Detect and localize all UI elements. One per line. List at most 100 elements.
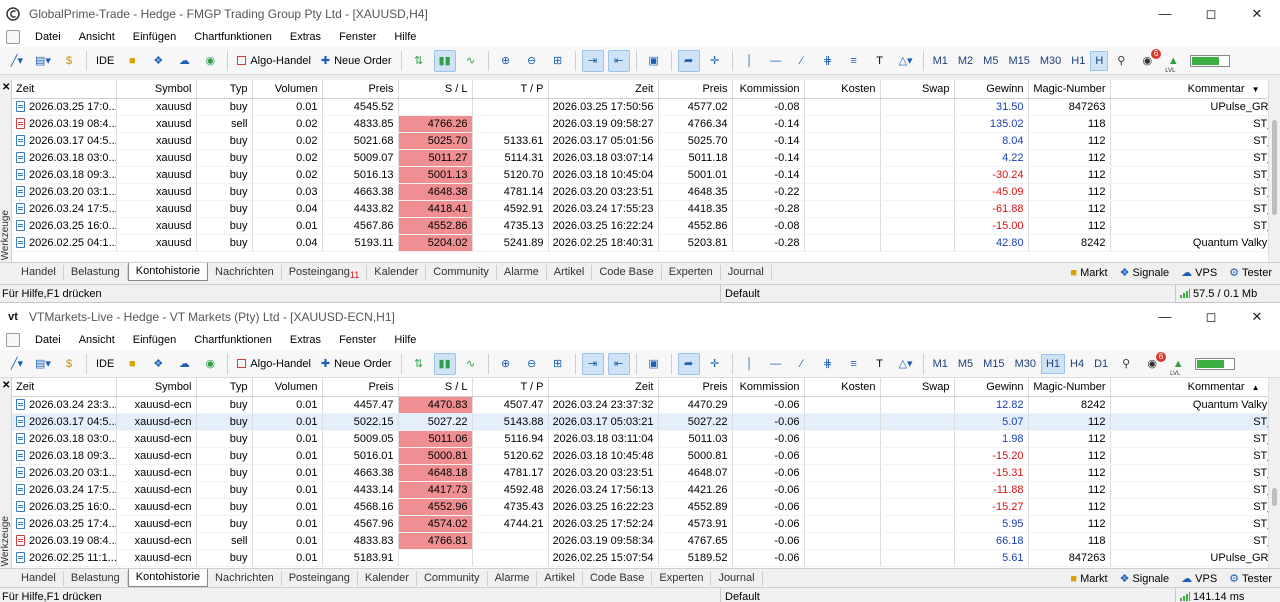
status-profile[interactable]: Default [720, 588, 900, 602]
chart-template-icon[interactable]: ▤▾ [32, 50, 54, 72]
ide-button[interactable]: IDE [93, 50, 117, 72]
vertical-line-icon[interactable]: │ [739, 50, 761, 72]
table-row[interactable]: 2026.03.18 03:0... xauusd-ecn buy 0.01 5009.… [12, 430, 1280, 448]
status-connection[interactable]: 141.14 ms [1175, 588, 1244, 602]
timeframe-m30[interactable]: M30 [1035, 51, 1066, 71]
candlestick-icon[interactable]: ▮▮ [433, 352, 456, 375]
tab-belastung[interactable]: Belastung [64, 264, 128, 280]
line-chart-icon[interactable]: ∿ [460, 353, 482, 375]
maximize-icon[interactable]: ◻ [1188, 0, 1234, 27]
timeframe-h1[interactable]: H1 [1066, 51, 1090, 71]
table-row[interactable]: 2026.02.25 11:1... xauusd-ecn buy 0.01 5183.… [12, 549, 1280, 567]
tab-posteingang[interactable]: Posteingang [282, 570, 358, 586]
grid-icon[interactable]: ⊞ [547, 50, 569, 72]
globe-icon[interactable]: ◉ [199, 353, 221, 375]
menu-item[interactable]: Ansicht [70, 334, 124, 346]
chart-shift-icon[interactable]: ⇤ [607, 49, 630, 72]
line-chart-icon[interactable]: ∿ [460, 50, 482, 72]
buy-sell-icon[interactable]: ⇅ [408, 50, 430, 72]
fibonacci-icon[interactable]: ≡ [843, 353, 865, 375]
menu-item[interactable]: Hilfe [385, 31, 425, 43]
column-header[interactable]: Preis [322, 378, 399, 397]
dollar-icon[interactable]: $ [58, 50, 80, 72]
table-row[interactable]: 2026.03.19 08:4... xauusd-ecn sell 0.01 4833… [12, 532, 1280, 550]
tab-belastung[interactable]: Belastung [64, 570, 128, 586]
tab-signale[interactable]: ❖ Signale [1120, 572, 1170, 586]
tab-tester[interactable]: ⚙ Tester [1229, 572, 1272, 586]
timeframe-h1[interactable]: H1 [1040, 353, 1066, 374]
cloud-icon[interactable]: ☁ [173, 50, 195, 72]
status-connection[interactable]: 57.5 / 0.1 Mb [1175, 285, 1257, 302]
cloud-icon[interactable]: ☁ [173, 353, 195, 375]
table-row[interactable]: 2026.03.18 03:0... xauusd buy 0.02 5009.07 50… [12, 149, 1280, 167]
chart-template-icon[interactable]: ▤▾ [32, 353, 54, 375]
close-icon[interactable]: ✕ [1234, 0, 1280, 27]
column-header[interactable]: Volumen [252, 378, 323, 397]
timeframe-m30[interactable]: M30 [1010, 354, 1041, 374]
algo-trading-button[interactable]: Algo-Handel [234, 50, 314, 72]
menu-item[interactable]: Datei [26, 31, 70, 43]
column-header[interactable]: Kosten [804, 80, 881, 99]
table-row[interactable]: 2026.03.20 03:1... xauusd-ecn buy 0.01 4663.… [12, 464, 1280, 482]
candlestick-icon[interactable]: ▮▮ [433, 49, 456, 72]
column-header[interactable]: Kommission [732, 378, 805, 397]
column-header[interactable]: Magic-Number [1028, 80, 1111, 99]
status-profile[interactable]: Default [720, 285, 900, 302]
timeframe-h4[interactable]: H4 [1065, 354, 1089, 374]
notifications-icon[interactable]: ◉ 6 [1141, 351, 1167, 375]
tab-artikel[interactable]: Artikel [537, 570, 583, 586]
column-header[interactable]: Preis [658, 378, 733, 397]
new-order-button[interactable]: ✚ Neue Order [318, 353, 395, 375]
zoom-in-icon[interactable]: ⊕ [495, 50, 517, 72]
algo-trading-button[interactable]: Algo-Handel [234, 353, 314, 375]
tab-kalender[interactable]: Kalender [367, 264, 427, 280]
menu-item[interactable]: Chartfunktionen [185, 334, 281, 346]
channel-icon[interactable]: ⋕ [817, 50, 839, 72]
column-header[interactable]: Swap [880, 80, 955, 99]
column-header[interactable]: T / P [472, 80, 549, 99]
tab-kontohistorie[interactable]: Kontohistorie [127, 569, 209, 587]
table-row[interactable]: 2026.03.18 09:3... xauusd-ecn buy 0.01 5016.… [12, 447, 1280, 465]
text-tool-icon[interactable]: T [869, 353, 891, 375]
table-row[interactable]: 2026.03.25 17:0... xauusd buy 0.01 4545.52 20… [12, 98, 1280, 116]
table-row[interactable]: 2026.03.25 17:4... xauusd-ecn buy 0.01 4567.… [12, 515, 1280, 533]
tab-code-base[interactable]: Code Base [592, 264, 662, 280]
scrollbar-thumb[interactable] [1272, 120, 1277, 215]
chart-type-icon[interactable]: ╱▾ [6, 353, 28, 375]
shapes-icon[interactable]: △▾ [895, 50, 917, 72]
tab-handel[interactable]: Handel [14, 264, 64, 280]
vertical-scrollbar[interactable] [1268, 80, 1280, 262]
autoscroll-icon[interactable]: ⇥ [581, 49, 604, 72]
search-icon[interactable]: ⚲ [1110, 50, 1132, 72]
table-row[interactable]: 2026.02.25 04:1... xauusd buy 0.04 5193.11 52… [12, 234, 1280, 252]
tab-kalender[interactable]: Kalender [358, 570, 417, 586]
timeframe-d1[interactable]: D1 [1089, 354, 1113, 374]
zoom-out-icon[interactable]: ⊖ [521, 50, 543, 72]
tab-markt[interactable]: ■ Markt [1070, 267, 1107, 279]
timeframe-m5[interactable]: M5 [953, 354, 978, 374]
table-row[interactable]: 2026.03.18 09:3... xauusd buy 0.02 5016.13 50… [12, 166, 1280, 184]
crosshair-icon[interactable]: ✛ [704, 50, 726, 72]
tab-kontohistorie[interactable]: Kontohistorie [127, 263, 209, 281]
signal-icon[interactable]: ❖ [147, 50, 169, 72]
menu-item[interactable]: Ansicht [70, 31, 124, 43]
close-icon[interactable]: ✕ [1234, 303, 1280, 330]
column-header[interactable]: S / L [398, 378, 473, 397]
chart-shift-icon[interactable]: ⇤ [607, 352, 630, 375]
screenshot-icon[interactable]: ▣ [643, 353, 665, 375]
timeframe-m15[interactable]: M15 [1003, 51, 1034, 71]
minimize-icon[interactable]: — [1142, 303, 1188, 330]
menu-item[interactable]: Einfügen [124, 334, 185, 346]
new-order-button[interactable]: ✚ Neue Order [318, 50, 395, 72]
panel-close-icon[interactable]: ✕ [2, 82, 10, 93]
column-header[interactable]: Zeit [12, 80, 117, 99]
tab-community[interactable]: Community [417, 570, 488, 586]
timeframe-m5[interactable]: M5 [978, 51, 1003, 71]
column-header[interactable]: Typ [196, 80, 253, 99]
chart-type-icon[interactable]: ╱▾ [6, 50, 28, 72]
horizontal-line-icon[interactable]: — [765, 353, 787, 375]
table-row[interactable]: 2026.03.20 03:1... xauusd buy 0.03 4663.38 46… [12, 183, 1280, 201]
table-row[interactable]: 2026.03.25 16:0... xauusd buy 0.01 4567.86 45… [12, 217, 1280, 235]
column-header[interactable]: Gewinn [954, 378, 1029, 397]
menu-item[interactable]: Einfügen [124, 31, 185, 43]
